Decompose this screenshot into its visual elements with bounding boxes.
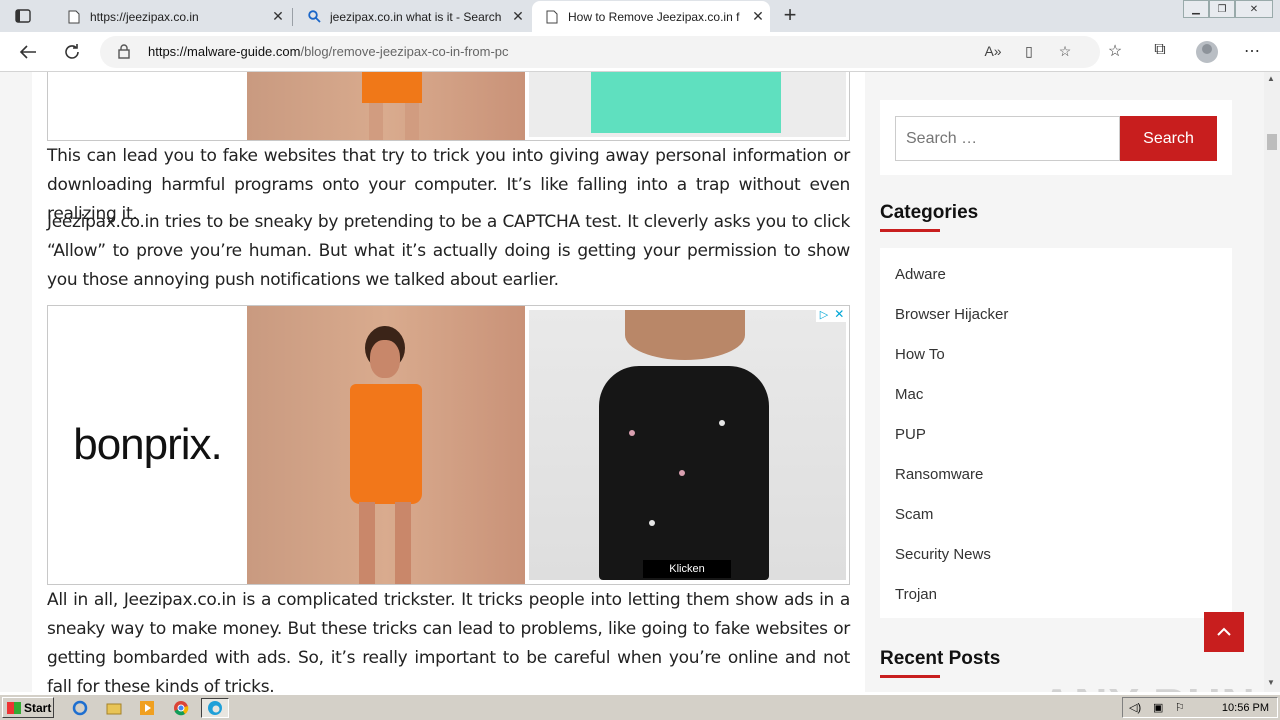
tab-search[interactable]: jeezipax.co.in what is it - Search ✕ [294,1,530,32]
ad-banner[interactable]: bonprix. Klicken ▷ ✕ [47,305,850,585]
clock: 10:56 PM [1221,702,1269,714]
tab-separator [292,8,293,26]
start-label: Start [24,700,52,715]
immersive-reader-icon[interactable]: ▯ [1020,43,1038,61]
page-icon [66,9,82,25]
watermark-logo: ANY RUN [1040,678,1256,692]
lock-icon[interactable] [118,44,130,64]
categories-list: Adware Browser Hijacker How To Mac PUP R… [880,248,1232,618]
ad-choices[interactable]: ▷ ✕ [816,306,848,322]
category-link[interactable]: How To [895,346,945,363]
close-window-button[interactable]: ✕ [1235,0,1273,18]
ad-close-icon[interactable]: ✕ [834,307,844,321]
tab-actions-icon[interactable] [8,5,38,27]
refresh-button[interactable] [60,40,84,64]
ad-brand-logo: bonprix. [73,420,223,469]
heading-underline [880,675,940,678]
article-content: This can lead you to fake websites that … [32,72,865,692]
scroll-up-icon[interactable]: ▲ [1267,74,1275,83]
start-button[interactable]: Start [2,697,54,718]
category-link[interactable]: Browser Hijacker [895,306,1008,323]
ad-photo-dress [529,72,846,137]
more-icon[interactable]: ⋯ [1241,41,1263,63]
close-icon[interactable]: ✕ [506,8,530,25]
ad-photo-orange [247,306,525,584]
category-link[interactable]: Ransomware [895,466,983,483]
minimize-button[interactable]: ▁ [1183,0,1209,18]
scroll-to-top-button[interactable] [1204,612,1244,652]
article-paragraph: All in all, Jeezipax.co.in is a complica… [47,590,850,692]
tab-strip: https://jeezipax.co.in ✕ jeezipax.co.in … [0,0,1280,32]
article-paragraph: Jeezipax.co.in tries to be sneaky by pre… [47,212,850,290]
flag-icon[interactable]: ⚐ [1175,701,1185,714]
category-link[interactable]: Adware [895,266,946,283]
media-player-icon[interactable] [135,698,159,718]
add-favorite-icon[interactable]: ☆ [1056,43,1074,61]
system-tray: ◁) ▣ ⚐ 10:56 PM [1122,697,1278,718]
new-tab-button[interactable]: + [778,4,802,28]
read-aloud-icon[interactable]: A» [984,43,1002,61]
tab-title: jeezipax.co.in what is it - Search [330,9,502,24]
volume-icon[interactable]: ◁) [1129,701,1141,714]
web-page: This can lead you to fake websites that … [0,72,1264,692]
categories-heading: Categories [880,202,979,223]
chrome-icon[interactable] [169,698,193,718]
url-text: https://malware-guide.com/blog/remove-je… [148,44,509,59]
close-icon[interactable]: ✕ [746,8,770,25]
url-domain: https://malware-guide.com [148,44,301,59]
collections-icon[interactable]: ⧉ [1149,41,1171,63]
restore-button[interactable]: ❐ [1209,0,1235,18]
address-bar[interactable]: https://malware-guide.com/blog/remove-je… [100,36,1100,68]
heading-underline [880,229,940,232]
edge-icon[interactable] [201,698,229,718]
tab-active[interactable]: How to Remove Jeezipax.co.in f ✕ [532,1,770,32]
windows-logo-icon [7,701,21,714]
search-widget: Search [880,100,1232,175]
ad-photo-dress: Klicken [529,310,846,580]
url-path: /blog/remove-jeezipax-co-in-from-pc [300,44,509,59]
network-icon[interactable]: ▣ [1153,701,1163,714]
ad-info-icon[interactable]: ▷ [820,308,828,321]
category-link[interactable]: Scam [895,506,933,523]
category-link[interactable]: PUP [895,426,926,443]
close-icon[interactable]: ✕ [266,8,290,25]
category-link[interactable]: Mac [895,386,923,403]
scroll-down-icon[interactable]: ▼ [1267,678,1275,687]
vertical-scrollbar[interactable]: ▲ ▼ [1264,72,1280,692]
search-icon [306,9,322,25]
back-button[interactable] [16,40,40,64]
tab-jeezipax[interactable]: https://jeezipax.co.in ✕ [54,1,290,32]
ad-cta-button[interactable]: Klicken [643,560,731,578]
ad-banner-top[interactable] [47,72,850,141]
ad-photo-orange [247,72,525,140]
folder-icon[interactable] [102,698,126,718]
search-button[interactable]: Search [1120,116,1217,161]
browser-toolbar: https://malware-guide.com/blog/remove-je… [0,32,1280,72]
recent-posts-heading: Recent Posts [880,648,1001,669]
search-input[interactable] [895,116,1120,161]
tab-title: https://jeezipax.co.in [90,9,199,24]
favorites-icon[interactable]: ☆ [1104,41,1126,63]
page-icon [544,9,560,25]
tab-title: How to Remove Jeezipax.co.in f [568,9,740,24]
taskbar: Start ◁) ▣ ⚐ 10:56 PM [0,694,1280,720]
ie-icon[interactable] [68,698,92,718]
sidebar: Search Categories Adware Browser Hijacke… [880,72,1232,692]
category-link[interactable]: Security News [895,546,991,563]
profile-avatar[interactable] [1196,41,1218,63]
scrollbar-thumb[interactable] [1267,134,1277,150]
category-link[interactable]: Trojan [895,586,937,603]
